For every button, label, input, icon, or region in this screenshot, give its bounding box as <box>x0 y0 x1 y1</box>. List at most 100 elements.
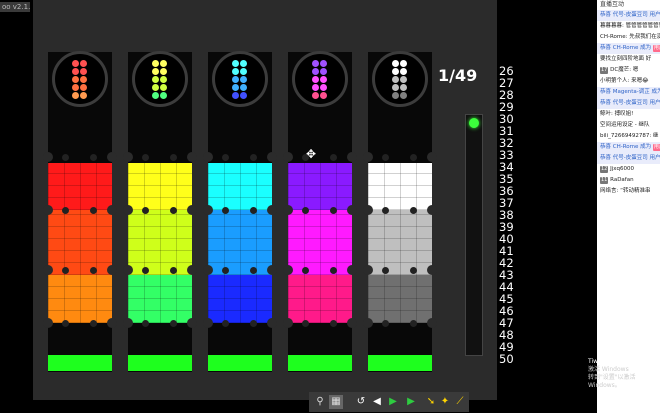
cap-ball <box>72 76 79 83</box>
cap-ball <box>72 68 79 75</box>
inner-dot <box>170 154 177 161</box>
grid-icon[interactable]: ▦ <box>329 395 343 409</box>
arrow-icon[interactable]: ➘ <box>424 395 438 409</box>
inner-dot <box>62 154 69 161</box>
peg-dot <box>347 318 357 328</box>
color-segment-red-2 <box>48 210 112 275</box>
inner-dot <box>90 207 97 214</box>
cap-ball <box>320 76 327 83</box>
inner-dot <box>62 320 69 327</box>
inner-dot <box>382 320 389 327</box>
peg-dot <box>107 265 117 275</box>
chat-text: 恭喜 CH-Rome 成为 <box>600 45 652 51</box>
inner-dot <box>382 267 389 274</box>
user-tag: 用户 <box>652 144 660 151</box>
color-segment-cyan-1 <box>208 163 272 210</box>
chat-message: 空间运用设定 - 继队 <box>597 120 660 131</box>
peg-dot <box>203 318 213 328</box>
cap-ball <box>160 92 167 99</box>
version-label: oo v2.1.0 <box>0 2 30 12</box>
inner-dot <box>302 267 309 274</box>
cap-ball <box>160 68 167 75</box>
peg-dot <box>203 152 213 162</box>
tube-base-white <box>368 355 432 371</box>
user-tag: 用户 <box>652 45 660 52</box>
inner-dot <box>250 320 257 327</box>
undo-icon[interactable]: ↺ <box>354 395 368 409</box>
color-segment-white-1 <box>368 163 432 210</box>
tube-base-yellow <box>128 355 192 371</box>
chat-header: 直播互动 <box>600 1 625 8</box>
chat-message: 12 Jjxq6000 <box>597 164 660 175</box>
cap-ball <box>320 92 327 99</box>
cap-ball <box>232 84 239 91</box>
inner-dot <box>90 320 97 327</box>
peg-dot <box>43 265 53 275</box>
peg-dot <box>123 265 133 275</box>
cap-ball <box>400 60 407 67</box>
cap-ball <box>392 92 399 99</box>
peg-dot <box>267 152 277 162</box>
peg-dot <box>363 205 373 215</box>
peg-dot <box>187 265 197 275</box>
color-segment-white-2 <box>368 210 432 275</box>
cap-ball <box>240 92 247 99</box>
color-segment-white-3 <box>368 275 432 323</box>
cap-ball <box>320 68 327 75</box>
color-segment-cyan-3 <box>208 275 272 323</box>
color-segment-magenta-3 <box>288 275 352 323</box>
peg-dot <box>107 152 117 162</box>
wand-icon[interactable]: ⟋ <box>453 395 467 409</box>
cap-ball <box>80 68 87 75</box>
cap-ball <box>232 68 239 75</box>
step-icon[interactable]: ▶ <box>404 395 418 409</box>
watermark-name: Tiwpe Official <box>588 358 629 365</box>
cap-ball <box>320 84 327 91</box>
peg-dot <box>427 205 437 215</box>
cap-ball <box>240 84 247 91</box>
chat-message: 恭喜 代号-皮蛋豆司 用户 用户 <box>597 98 660 109</box>
play-icon[interactable]: ▶ <box>386 395 400 409</box>
chat-text: 空间运用设定 - 继队 <box>600 122 650 128</box>
inner-dot <box>302 207 309 214</box>
back-icon[interactable]: ◀ <box>370 395 384 409</box>
cap-ball <box>312 84 319 91</box>
cap-ball <box>160 76 167 83</box>
color-segment-red-3 <box>48 275 112 323</box>
chat-message: 暮暮暮暮: 管管管管管管管！！！！ <box>597 21 660 32</box>
chat-text: 恭喜 代号-皮蛋豆司 用户 <box>600 155 660 161</box>
level-counter: 1/49 <box>438 66 478 85</box>
move-cursor-icon: ✥ <box>306 147 317 161</box>
meter-indicator[interactable] <box>469 118 479 128</box>
cap-ball <box>392 68 399 75</box>
inner-dot <box>222 207 229 214</box>
cap-ball <box>312 68 319 75</box>
cap-ball <box>320 60 327 67</box>
inner-dot <box>142 267 149 274</box>
chat-text: 暮暮暮暮: 管管管管管管管！！！！ <box>600 23 660 29</box>
cap-ball <box>392 84 399 91</box>
peg-dot <box>347 265 357 275</box>
peg-dot <box>123 152 133 162</box>
peg-dot <box>187 318 197 328</box>
chat-text: 鲸叶: 搏叹姐! <box>600 111 634 117</box>
progress-meter <box>465 114 483 356</box>
chat-message: 恭喜 CH-Rome 成为 用户 <box>597 43 660 54</box>
inner-dot <box>142 207 149 214</box>
peg-dot <box>363 318 373 328</box>
cap-ball <box>312 92 319 99</box>
inner-dot <box>330 154 337 161</box>
star-icon[interactable]: ✦ <box>438 395 452 409</box>
chat-message: 网络言: “转动精准串 <box>597 186 660 197</box>
chat-text: CH-Rome: 先叔我们在演道 <box>600 34 660 40</box>
cap-ball <box>232 76 239 83</box>
chat-message: 17 DC魔芒: 嗯 <box>597 65 660 76</box>
chat-message: CH-Rome: 先叔我们在演道 <box>597 32 660 43</box>
inner-dot <box>410 320 417 327</box>
inner-dot <box>410 207 417 214</box>
cap-ball <box>392 60 399 67</box>
zoom-icon[interactable]: ⚲ <box>313 395 327 409</box>
color-segment-cyan-2 <box>208 210 272 275</box>
cap-ball <box>400 68 407 75</box>
chat-message: 小明第个人: 来嗯😂 <box>597 76 660 87</box>
